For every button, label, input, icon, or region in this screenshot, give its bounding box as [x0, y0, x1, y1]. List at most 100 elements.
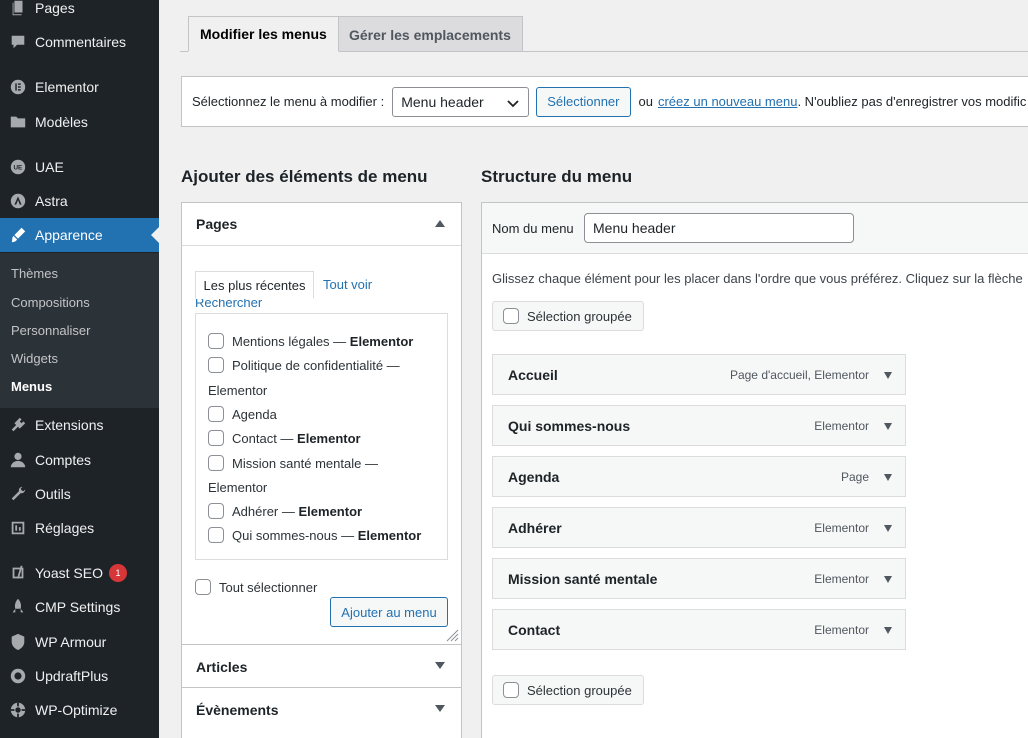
- tab-manage-locations[interactable]: Gérer les emplacements: [337, 16, 523, 52]
- menu-item-type: Elementor: [814, 622, 869, 637]
- articles-panel[interactable]: Articles: [181, 644, 462, 688]
- tab-view-all[interactable]: Tout voir: [323, 277, 372, 292]
- sidebar-item-settings[interactable]: Réglages: [0, 511, 159, 545]
- page-checkbox[interactable]: [208, 430, 224, 446]
- page-item-tag: Elementor: [208, 383, 268, 398]
- astra-icon: [0, 192, 35, 210]
- sidebar-item-comments[interactable]: Commentaires: [0, 25, 159, 59]
- submenu-patterns[interactable]: Compositions: [11, 295, 90, 310]
- events-panel[interactable]: Évènements: [181, 687, 462, 738]
- resize-handle-icon[interactable]: [445, 628, 459, 642]
- menu-item-row[interactable]: Mission santé mentale Elementor: [492, 558, 906, 599]
- select-all-checkbox[interactable]: [195, 579, 211, 595]
- pages-panel-title: Pages: [196, 216, 238, 232]
- sidebar-item-plugins[interactable]: Extensions: [0, 408, 159, 442]
- submenu-menus[interactable]: Menus: [11, 379, 52, 394]
- menu-item-title: Qui sommes-nous: [508, 417, 631, 434]
- page-item-label: Adhérer — Elementor: [232, 504, 363, 519]
- sidebar-item-appearance[interactable]: Apparence: [0, 218, 159, 252]
- submenu-themes[interactable]: Thèmes: [11, 266, 58, 281]
- sidebar-item-astra[interactable]: Astra: [0, 184, 159, 218]
- page-checkbox[interactable]: [208, 527, 224, 543]
- expand-arrow-icon[interactable]: [884, 423, 892, 430]
- menu-item-row[interactable]: Adhérer Elementor: [492, 507, 906, 548]
- pages-icon: [0, 0, 35, 17]
- expand-arrow-icon[interactable]: [884, 525, 892, 532]
- user-icon: [0, 451, 35, 469]
- svg-text:UE: UE: [13, 165, 22, 172]
- comments-icon: [0, 33, 35, 51]
- menu-item-type: Elementor: [814, 520, 869, 535]
- elementor-icon: [0, 78, 35, 96]
- bulk-select-button[interactable]: Sélection groupée: [492, 301, 644, 331]
- menu-item-title: Mission santé mentale: [508, 570, 658, 587]
- menu-item-row[interactable]: Agenda Page: [492, 456, 906, 497]
- menu-item-type: Page d'accueil, Elementor: [729, 367, 869, 382]
- sidebar-item-uae[interactable]: UE UAE: [0, 150, 159, 184]
- bulk-select-checkbox[interactable]: [503, 308, 519, 324]
- page-item-label: Politique de confidentialité —: [232, 358, 400, 373]
- bulk-select-label: Sélection groupée: [527, 308, 632, 324]
- bulk-select-checkbox[interactable]: [503, 682, 519, 698]
- sidebar-item-cmp[interactable]: CMP Settings: [0, 590, 159, 624]
- tab-most-recent[interactable]: Les plus récentes: [195, 271, 314, 299]
- select-menu-button[interactable]: Sélectionner: [536, 86, 631, 117]
- expand-arrow-icon[interactable]: [884, 372, 892, 379]
- chevron-down-icon: [507, 99, 519, 107]
- menu-item-title: Contact: [508, 621, 561, 638]
- sidebar-item-updraftplus[interactable]: UpdraftPlus: [0, 659, 159, 693]
- sidebar-item-tools[interactable]: Outils: [0, 477, 159, 511]
- menu-name-input[interactable]: Menu header: [584, 213, 854, 243]
- select-menu-label: Sélectionnez le menu à modifier :: [192, 94, 385, 109]
- page-checkbox[interactable]: [208, 455, 224, 471]
- sidebar-item-pages[interactable]: Pages: [0, 0, 159, 25]
- menu-item-type: Elementor: [814, 571, 869, 586]
- sidebar-item-wp-optimize[interactable]: WP-Optimize: [0, 693, 159, 727]
- page-checkbox[interactable]: [208, 503, 224, 519]
- optimize-icon: [0, 701, 35, 719]
- menu-item-title: Accueil: [508, 366, 558, 383]
- expand-arrow-icon[interactable]: [884, 576, 892, 583]
- menu-item-row[interactable]: Qui sommes-nous Elementor: [492, 405, 906, 446]
- select-all-label: Tout sélectionner: [219, 580, 318, 595]
- sidebar-item-users[interactable]: Comptes: [0, 443, 159, 477]
- expand-arrow-icon[interactable]: [884, 627, 892, 634]
- sidebar-item-wp-armour[interactable]: WP Armour: [0, 625, 159, 659]
- add-to-menu-button[interactable]: Ajouter au menu: [330, 597, 448, 627]
- articles-panel-header[interactable]: Articles: [182, 645, 461, 688]
- tab-edit-menus[interactable]: Modifier les menus: [188, 16, 339, 52]
- expand-arrow-icon[interactable]: [884, 474, 892, 481]
- articles-panel-title: Articles: [196, 658, 248, 675]
- submenu-widgets[interactable]: Widgets: [11, 351, 58, 366]
- page-item-label: Mission santé mentale —: [232, 456, 378, 471]
- sidebar-item-templates[interactable]: Modèles: [0, 105, 159, 139]
- wrench-icon: [0, 485, 35, 503]
- page-checkbox[interactable]: [208, 406, 224, 422]
- plugin-icon: [0, 416, 35, 434]
- sidebar-item-yoast[interactable]: Yoast SEO 1: [0, 556, 159, 590]
- settings-icon: [0, 519, 35, 537]
- submenu-customize[interactable]: Personnaliser: [11, 323, 91, 338]
- page-checkbox[interactable]: [208, 357, 224, 373]
- page-item-tag: Elementor: [208, 480, 268, 495]
- page-item-label: Mentions légales — Elementor: [232, 334, 414, 349]
- or-text: ou: [638, 94, 653, 109]
- page-checkbox[interactable]: [208, 333, 224, 349]
- add-items-heading: Ajouter des éléments de menu: [181, 167, 428, 186]
- menu-item-type: Page: [840, 469, 869, 484]
- menu-name-label: Nom du menu: [492, 221, 574, 236]
- menu-structure-heading: Structure du menu: [481, 167, 633, 186]
- bulk-select-button-bottom[interactable]: Sélection groupée: [492, 675, 644, 705]
- pages-panel-header[interactable]: Pages: [182, 203, 461, 246]
- appearance-submenu: Thèmes Compositions Personnaliser Widget…: [0, 253, 159, 408]
- menu-item-row[interactable]: Accueil Page d'accueil, Elementor: [492, 354, 906, 395]
- sidebar-item-elementor[interactable]: Elementor: [0, 70, 159, 104]
- events-panel-header[interactable]: Évènements: [182, 688, 461, 731]
- uae-icon: UE: [0, 158, 35, 176]
- page-item-label: Qui sommes-nous — Elementor: [232, 528, 422, 543]
- menu-select[interactable]: Menu header: [392, 86, 530, 117]
- shield-icon: [0, 633, 35, 651]
- menu-item-row[interactable]: Contact Elementor: [492, 609, 906, 650]
- create-menu-link[interactable]: créez un nouveau menu: [658, 94, 797, 109]
- expand-arrow-icon: [435, 705, 445, 712]
